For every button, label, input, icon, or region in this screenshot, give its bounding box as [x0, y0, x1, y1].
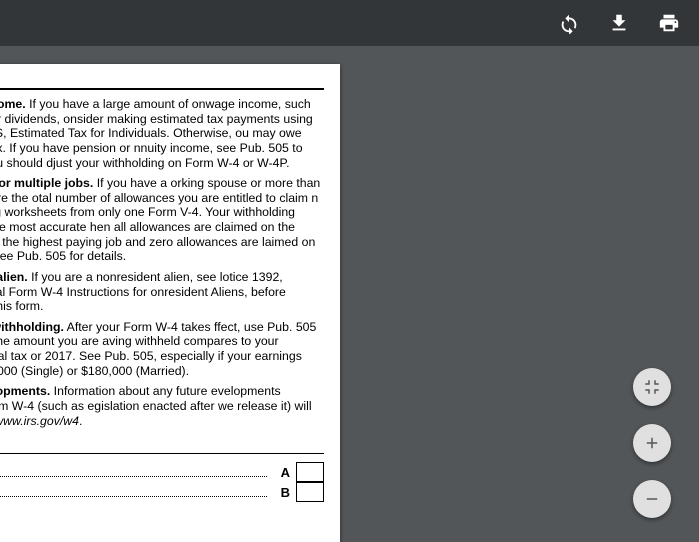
section-divider: [0, 88, 324, 90]
zoom-controls: [633, 368, 671, 518]
paragraph-two-earners: wo earners or multiple jobs. If you have…: [0, 176, 324, 264]
entry-box-b[interactable]: [296, 482, 324, 502]
zoom-out-button[interactable]: [633, 480, 671, 518]
fit-page-icon: [643, 378, 661, 396]
leader-dots: [0, 496, 267, 497]
print-button[interactable]: [651, 5, 687, 41]
paragraph-nonwage: onwage income. If you have a large amoun…: [0, 97, 324, 170]
plus-icon: [643, 434, 661, 452]
worksheet-line-b: } B: [0, 482, 324, 502]
body-nonresident: If you are a nonresident alien, see loti…: [0, 270, 286, 313]
heading-nonresident: onresident alien.: [0, 270, 28, 284]
line-label-a: A: [281, 465, 290, 480]
link-irs: www.irs.gov/w4: [0, 414, 79, 428]
line-label-b: B: [281, 485, 290, 500]
heading-check: heck your withholding.: [0, 320, 64, 334]
print-icon: [658, 12, 680, 34]
body-future-b: .: [79, 414, 82, 428]
paragraph-future: uture developments. Information about an…: [0, 384, 324, 428]
download-button[interactable]: [601, 5, 637, 41]
minus-icon: [643, 490, 661, 508]
paragraph-check: heck your withholding. After your Form W…: [0, 320, 324, 379]
heading-two-earners: wo earners or multiple jobs.: [0, 176, 93, 190]
worksheet-line-a: A: [0, 462, 324, 482]
heading-future: uture developments.: [0, 384, 50, 398]
leader-dots: [0, 476, 267, 477]
rotate-button[interactable]: [551, 5, 587, 41]
download-icon: [608, 12, 630, 34]
heading-nonwage: onwage income.: [0, 97, 26, 111]
body-nonwage: If you have a large amount of onwage inc…: [0, 97, 313, 170]
zoom-in-button[interactable]: [633, 424, 671, 462]
entry-box-a[interactable]: [296, 462, 324, 482]
paragraph-nonresident: onresident alien. If you are a nonreside…: [0, 270, 324, 314]
fit-page-button[interactable]: [633, 368, 671, 406]
pdf-toolbar: [0, 0, 699, 46]
records-header: rds.): [0, 434, 324, 454]
pdf-page: onwage income. If you have a large amoun…: [0, 64, 340, 542]
pdf-viewport[interactable]: onwage income. If you have a large amoun…: [0, 46, 699, 542]
rotate-icon: [558, 12, 580, 34]
